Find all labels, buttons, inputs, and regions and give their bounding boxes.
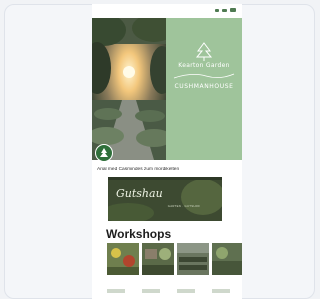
mobile-app-screen: Kearton Garden CUSHMANHOUSE Arial med Ca… (92, 4, 242, 299)
workshop-photo (107, 243, 139, 275)
brand-name: Kearton Garden (178, 62, 230, 69)
workshop-button[interactable] (177, 289, 195, 293)
intro-text: Arial med Casmindes zum mordikelten (97, 167, 180, 172)
status-bar (92, 4, 242, 18)
workshops-heading: Workshops (106, 227, 172, 241)
workshop-image (107, 243, 139, 275)
workshop-photo (177, 243, 209, 275)
workshop-photo (142, 243, 174, 275)
promo-banner[interactable]: Gutshau GARTEN · GUTSHOF (108, 177, 222, 221)
brand-subtitle: CUSHMANHOUSE (174, 83, 234, 90)
workshop-image (142, 243, 174, 275)
garden-sunset-image (92, 18, 166, 160)
workshop-button[interactable] (107, 289, 125, 293)
workshop-card[interactable] (107, 243, 139, 299)
workshop-image (177, 243, 209, 275)
brand-panel: Kearton Garden CUSHMANHOUSE (166, 18, 242, 160)
tree-logo-icon (195, 42, 213, 61)
hero-section: Kearton Garden CUSHMANHOUSE (92, 18, 242, 160)
workshop-card[interactable] (142, 243, 174, 299)
workshop-button[interactable] (212, 289, 230, 293)
leaf-icon (100, 148, 108, 157)
battery-icon (230, 8, 236, 12)
leaf-fab-button[interactable] (95, 144, 113, 162)
workshop-button[interactable] (142, 289, 160, 293)
garden-photo (92, 18, 166, 160)
banner-subtitle: GARTEN · GUTSHOF (167, 204, 201, 208)
workshop-photo (212, 243, 242, 275)
brand-swash (173, 73, 235, 79)
workshops-carousel[interactable] (107, 243, 242, 299)
workshop-card[interactable] (212, 243, 242, 299)
wifi-icon (222, 8, 227, 12)
banner-script-title: Gutshau (116, 187, 163, 200)
workshop-image (212, 243, 242, 275)
signal-icon (215, 8, 219, 12)
workshop-card[interactable] (177, 243, 209, 299)
